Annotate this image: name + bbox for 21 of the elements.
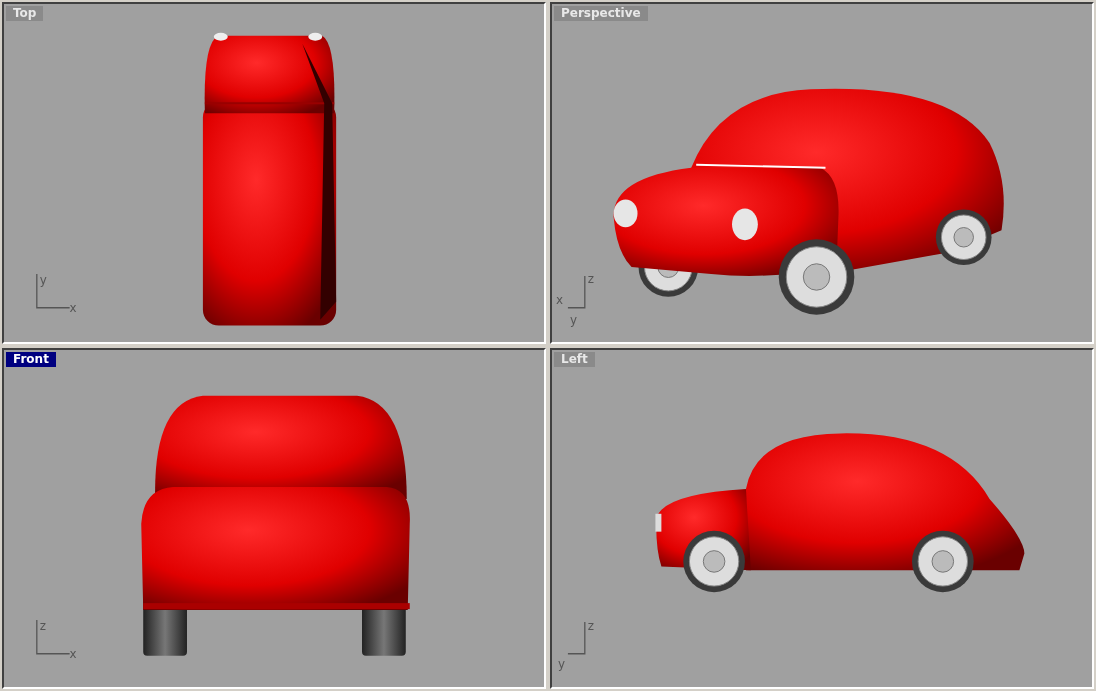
axis-label: y [569, 312, 577, 327]
axis-icon [36, 273, 71, 309]
axis-icon [567, 620, 586, 654]
axis-icon [567, 275, 586, 309]
axis-label: y [557, 656, 565, 671]
axis-label: z [39, 618, 47, 633]
axis-label: y [39, 272, 47, 287]
axis-label: z [587, 271, 595, 286]
axis-label: x [69, 300, 77, 315]
viewport[interactable]: Left z y [550, 347, 1094, 689]
axis-label: x [69, 646, 77, 661]
axis-icon [36, 618, 71, 654]
viewport[interactable]: Front z x [2, 347, 546, 689]
viewport[interactable]: Top y x [2, 2, 546, 344]
viewport-title-tab[interactable]: Top [6, 6, 44, 21]
viewport-title-tab[interactable]: Perspective [554, 6, 648, 21]
axis-label: z [587, 618, 595, 633]
viewport-title-tab[interactable]: Left [554, 351, 595, 367]
viewport-title-tab[interactable]: Front [6, 351, 56, 367]
axis-label: x [556, 292, 564, 307]
viewport[interactable]: Perspective z x y [550, 2, 1094, 344]
